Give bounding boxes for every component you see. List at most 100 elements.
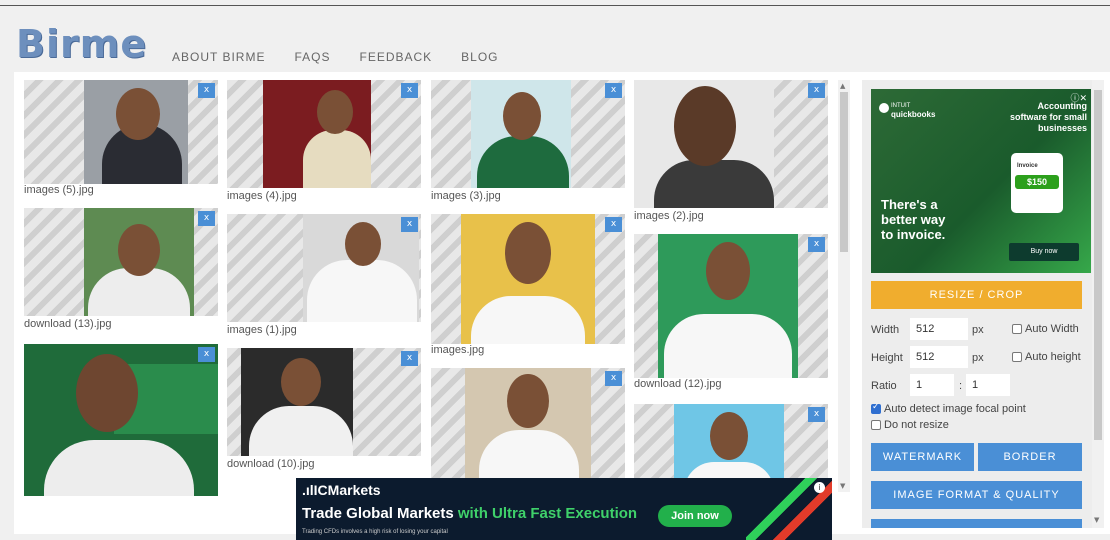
- person-silhouette: [654, 160, 774, 208]
- ad-headline-a: Trade Global Markets: [302, 505, 458, 522]
- thumbnail-frame: [431, 80, 625, 188]
- thumbnail-frame: [431, 214, 625, 344]
- auto-height-checkbox[interactable]: [1012, 352, 1022, 362]
- ratio-height-input[interactable]: 1: [966, 374, 1010, 396]
- gallery-scrollbar[interactable]: ▲ ▼: [838, 80, 850, 492]
- image-tile[interactable]: x images (3).jpg: [431, 80, 625, 204]
- width-label: Width: [871, 324, 900, 336]
- ad-cta-button[interactable]: Buy now: [1009, 243, 1079, 261]
- person-silhouette: [664, 314, 792, 378]
- width-input[interactable]: 512: [910, 318, 968, 340]
- scroll-up-icon[interactable]: ▲: [840, 82, 845, 90]
- remove-image-button[interactable]: x: [808, 83, 825, 98]
- thumbnail-frame: [634, 234, 828, 378]
- auto-detect-label: Auto detect image focal point: [884, 403, 1026, 415]
- person-silhouette: [303, 130, 371, 188]
- site-logo[interactable]: Birme: [16, 22, 147, 66]
- thumbnail-frame: [634, 80, 828, 208]
- thumbnail-photo: [263, 80, 371, 188]
- remove-image-button[interactable]: x: [808, 407, 825, 422]
- image-tile[interactable]: x images (2).jpg: [634, 80, 828, 226]
- person-head: [76, 354, 138, 432]
- scroll-down-icon[interactable]: ▼: [1094, 516, 1099, 524]
- invoice-card: Invoice $150: [1011, 153, 1063, 213]
- remove-image-button[interactable]: x: [605, 371, 622, 386]
- ad-join-button[interactable]: Join now: [658, 505, 732, 527]
- thumbnail-frame: [227, 80, 421, 188]
- remove-image-button[interactable]: x: [198, 83, 215, 98]
- quickbooks-ad[interactable]: ⓘ✕ INTUIT quickbooks Accounting software…: [871, 89, 1091, 273]
- auto-height-label: Auto height: [1025, 351, 1081, 363]
- thumbnail-photo: [471, 80, 571, 188]
- person-head: [710, 412, 748, 460]
- thumbnail-photo: [465, 368, 591, 480]
- thumbnail-photo: [461, 214, 595, 344]
- image-tile[interactable]: x: [431, 368, 625, 480]
- remove-image-button[interactable]: x: [198, 347, 215, 362]
- next-option-button[interactable]: [871, 519, 1082, 528]
- image-tile[interactable]: x download (10).jpg: [227, 348, 421, 472]
- filename-label: download (10).jpg: [227, 458, 315, 470]
- remove-image-button[interactable]: x: [605, 83, 622, 98]
- ad-headline-b: with Ultra Fast Execution: [457, 505, 638, 522]
- person-silhouette: [477, 136, 569, 188]
- remove-image-button[interactable]: x: [605, 217, 622, 232]
- nav-faqs[interactable]: FAQS: [294, 50, 330, 64]
- image-tile[interactable]: x images (4).jpg: [227, 80, 421, 206]
- nav-blog[interactable]: BLOG: [461, 50, 498, 64]
- watermark-button[interactable]: WATERMARK: [871, 443, 974, 471]
- ad-brand: quickbooks: [891, 110, 936, 119]
- width-unit: px: [972, 324, 984, 336]
- nav-feedback[interactable]: FEEDBACK: [359, 50, 432, 64]
- filename-label: images (5).jpg: [24, 184, 94, 196]
- sidebar-scrollbar[interactable]: ▼: [1092, 80, 1104, 528]
- ratio-width-input[interactable]: 1: [910, 374, 954, 396]
- resize-crop-button[interactable]: RESIZE / CROP: [871, 281, 1082, 309]
- person-head: [281, 358, 321, 406]
- remove-image-button[interactable]: x: [198, 211, 215, 226]
- height-label: Height: [871, 352, 903, 364]
- border-button[interactable]: BORDER: [978, 443, 1082, 471]
- nav-about[interactable]: ABOUT BIRME: [172, 50, 265, 64]
- do-not-resize-label: Do not resize: [884, 419, 949, 431]
- invoice-label: Invoice: [1017, 163, 1038, 169]
- scrollbar-thumb[interactable]: [1094, 90, 1102, 440]
- image-format-quality-button[interactable]: IMAGE FORMAT & QUALITY: [871, 481, 1082, 509]
- height-input[interactable]: 512: [910, 346, 968, 368]
- filename-label: download (12).jpg: [634, 378, 722, 390]
- image-tile[interactable]: x download (12).jpg: [634, 234, 828, 392]
- person-head: [116, 88, 160, 140]
- auto-detect-checkbox[interactable]: [871, 402, 881, 414]
- ratio-separator: :: [959, 380, 963, 392]
- remove-image-button[interactable]: x: [401, 217, 418, 232]
- remove-image-button[interactable]: x: [808, 237, 825, 252]
- ad-disclaimer: Trading CFDs involves a high risk of los…: [302, 529, 448, 535]
- ad-info-icon[interactable]: i: [814, 482, 825, 493]
- scroll-down-icon[interactable]: ▼: [840, 482, 845, 490]
- scrollbar-thumb[interactable]: [840, 92, 848, 252]
- thumbnail-photo: [634, 80, 774, 208]
- image-tile[interactable]: x images (1).jpg: [227, 214, 421, 338]
- invoice-amount: $150: [1015, 175, 1059, 189]
- quickbooks-logo-icon: [879, 103, 889, 113]
- image-tile[interactable]: x: [24, 344, 218, 496]
- person-head: [674, 86, 736, 166]
- ad-headline: Trade Global Markets with Ultra Fast Exe…: [302, 505, 637, 522]
- ratio-label: Ratio: [871, 380, 897, 392]
- auto-width-checkbox[interactable]: [1012, 324, 1022, 334]
- thumbnail-frame: [24, 344, 218, 496]
- remove-image-button[interactable]: x: [401, 83, 418, 98]
- image-tile[interactable]: x download (13).jpg: [24, 208, 218, 332]
- filename-label: images.jpg: [431, 344, 485, 356]
- remove-image-button[interactable]: x: [401, 351, 418, 366]
- height-unit: px: [972, 352, 984, 364]
- do-not-resize-checkbox[interactable]: [871, 420, 881, 430]
- person-head: [118, 224, 160, 276]
- thumbnail-photo: [84, 80, 188, 184]
- image-tile[interactable]: x images (5).jpg: [24, 80, 218, 200]
- filename-label: images (1).jpg: [227, 324, 297, 336]
- image-tile[interactable]: x images.jpg: [431, 214, 625, 360]
- icmarkets-ad[interactable]: .ılICMarkets Trade Global Markets with U…: [296, 478, 832, 540]
- ad-brand-top: INTUIT: [891, 103, 911, 109]
- person-head: [503, 92, 541, 140]
